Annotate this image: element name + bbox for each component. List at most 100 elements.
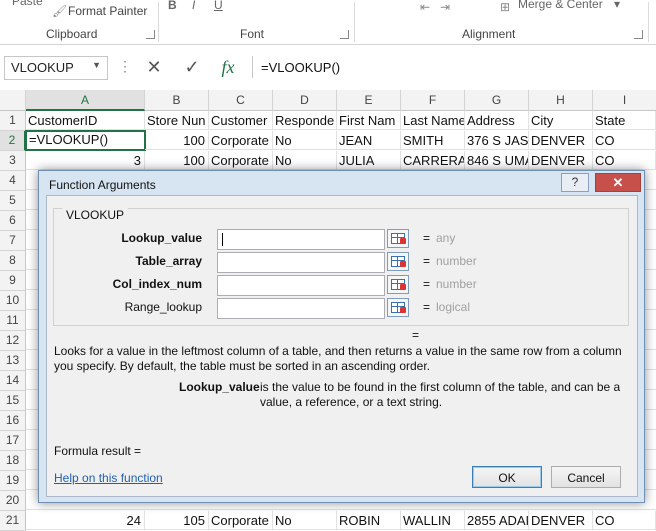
column-header-h[interactable]: H <box>529 90 593 111</box>
formula-input[interactable]: =VLOOKUP() <box>252 56 656 78</box>
row-header[interactable]: 5 <box>0 191 26 211</box>
italic-button[interactable]: I <box>192 0 195 12</box>
merge-center-button[interactable]: Merge & Center <box>518 0 603 11</box>
table-cell[interactable]: Customer <box>209 111 273 130</box>
drag-handle-icon[interactable]: ⋮ <box>118 58 132 75</box>
table-cell[interactable]: No <box>273 511 337 530</box>
row-header[interactable]: 2 <box>0 131 26 151</box>
table-cell[interactable]: Address <box>465 111 529 130</box>
row-header[interactable]: 9 <box>0 271 26 291</box>
column-header-a[interactable]: A <box>26 90 145 111</box>
chevron-down-icon[interactable]: ▼ <box>92 60 101 70</box>
row-header[interactable]: 3 <box>0 151 26 171</box>
col-index-num-input[interactable] <box>217 275 385 296</box>
table-cell[interactable]: JULIA <box>337 151 401 170</box>
column-header-b[interactable]: B <box>145 90 209 111</box>
alignment-launcher-icon[interactable] <box>634 30 643 39</box>
table-cell[interactable]: 3 <box>26 151 145 170</box>
underline-button[interactable]: U <box>214 0 223 12</box>
cancel-button[interactable]: Cancel <box>551 466 621 488</box>
table-cell[interactable]: No <box>273 151 337 170</box>
table-cell[interactable]: 846 S UMA <box>465 151 529 170</box>
table-cell[interactable]: 105 <box>145 511 209 530</box>
collapse-dialog-icon[interactable] <box>387 298 409 317</box>
collapse-dialog-icon[interactable] <box>387 252 409 271</box>
row-header[interactable]: 20 <box>0 491 26 511</box>
ok-button[interactable]: OK <box>472 466 542 488</box>
table-cell[interactable]: Corporate <box>209 131 273 150</box>
font-launcher-icon[interactable] <box>340 30 349 39</box>
table-cell[interactable]: City <box>529 111 593 130</box>
help-on-function-link[interactable]: Help on this function <box>54 471 163 485</box>
row-header[interactable]: 12 <box>0 331 26 351</box>
format-painter-button[interactable]: Format Painter <box>68 4 147 18</box>
column-header-d[interactable]: D <box>273 90 337 111</box>
row-header[interactable]: 7 <box>0 231 26 251</box>
row-header[interactable]: 17 <box>0 431 26 451</box>
table-cell[interactable]: Store Nun <box>145 111 209 130</box>
bold-button[interactable]: B <box>168 0 177 12</box>
table-cell[interactable]: Last Name <box>401 111 465 130</box>
argument-type-hint: number <box>436 254 477 268</box>
active-cell[interactable]: =VLOOKUP() <box>25 130 146 151</box>
column-header-g[interactable]: G <box>465 90 529 111</box>
table-cell[interactable]: CO <box>593 131 656 150</box>
table-cell[interactable]: SMITH <box>401 131 465 150</box>
table-cell[interactable]: CustomerID <box>26 111 145 130</box>
row-header[interactable]: 1 <box>0 111 26 131</box>
table-cell[interactable]: 100 <box>145 131 209 150</box>
table-cell[interactable]: State <box>593 111 656 130</box>
table-cell[interactable]: WALLIN <box>401 511 465 530</box>
collapse-dialog-icon[interactable] <box>387 275 409 294</box>
row-header[interactable]: 18 <box>0 451 26 471</box>
row-header[interactable]: 4 <box>0 171 26 191</box>
decrease-indent-icon[interactable]: ⇤ <box>420 0 430 14</box>
table-cell[interactable]: Corporate <box>209 151 273 170</box>
lookup-value-input[interactable] <box>217 229 385 250</box>
clipboard-launcher-icon[interactable] <box>146 30 155 39</box>
increase-indent-icon[interactable]: ⇥ <box>440 0 450 14</box>
row-header[interactable]: 13 <box>0 351 26 371</box>
close-icon[interactable]: ✕ <box>595 173 641 192</box>
column-header-i[interactable]: I <box>593 90 656 111</box>
row-header[interactable]: 8 <box>0 251 26 271</box>
column-header-c[interactable]: C <box>209 90 273 111</box>
table-cell[interactable]: DENVER <box>529 511 593 530</box>
row-header[interactable]: 21 <box>0 511 26 531</box>
row-header[interactable]: 11 <box>0 311 26 331</box>
select-all-corner[interactable] <box>0 90 26 111</box>
table-cell[interactable]: 376 S JASM <box>465 131 529 150</box>
table-cell[interactable]: 100 <box>145 151 209 170</box>
cancel-formula-icon[interactable]: ✕ <box>142 56 166 78</box>
row-header[interactable]: 10 <box>0 291 26 311</box>
merge-dropdown-icon[interactable]: ▾ <box>614 0 620 11</box>
row-header[interactable]: 14 <box>0 371 26 391</box>
table-cell[interactable]: DENVER <box>529 131 593 150</box>
range-lookup-input[interactable] <box>217 298 385 319</box>
help-icon[interactable]: ? <box>561 173 589 192</box>
table-cell[interactable]: Corporate <box>209 511 273 530</box>
table-cell[interactable]: ROBIN <box>337 511 401 530</box>
insert-function-icon[interactable]: fx <box>216 56 240 78</box>
collapse-dialog-icon[interactable] <box>387 229 409 248</box>
table-cell[interactable]: JEAN <box>337 131 401 150</box>
row-header[interactable]: 19 <box>0 471 26 491</box>
table-cell[interactable]: DENVER <box>529 151 593 170</box>
table-array-input[interactable] <box>217 252 385 273</box>
table-cell[interactable]: 2855 ADAI <box>465 511 529 530</box>
enter-formula-icon[interactable]: ✓ <box>180 56 204 78</box>
column-header-f[interactable]: F <box>401 90 465 111</box>
column-header-e[interactable]: E <box>337 90 401 111</box>
table-cell[interactable]: First Nam <box>337 111 401 130</box>
table-cell[interactable]: CO <box>593 151 656 170</box>
row-header[interactable]: 6 <box>0 211 26 231</box>
table-cell[interactable]: CO <box>593 511 656 530</box>
row-header[interactable]: 15 <box>0 391 26 411</box>
table-cell[interactable]: Responde <box>273 111 337 130</box>
paste-button-label[interactable]: Paste <box>12 0 43 8</box>
name-box[interactable]: VLOOKUP ▼ <box>4 56 108 80</box>
table-cell[interactable]: No <box>273 131 337 150</box>
table-cell[interactable]: CARRERA <box>401 151 465 170</box>
row-header[interactable]: 16 <box>0 411 26 431</box>
table-cell[interactable]: 24 <box>26 511 145 530</box>
